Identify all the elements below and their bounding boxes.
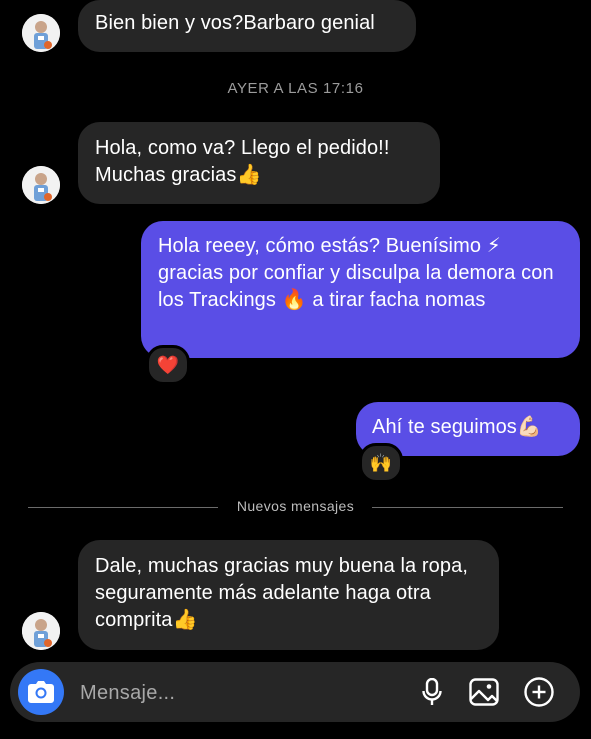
plus-icon xyxy=(524,677,554,707)
microphone-button[interactable] xyxy=(416,676,448,708)
message-bubble-outgoing[interactable]: Hola reeey, cómo estás? Buenísimo ⚡ grac… xyxy=(141,221,580,358)
raised-hands-reaction[interactable]: 🙌 xyxy=(359,443,403,483)
gallery-icon xyxy=(469,678,499,706)
camera-button[interactable] xyxy=(18,669,64,715)
contact-avatar[interactable] xyxy=(22,612,60,650)
new-messages-divider: Nuevos mensajes xyxy=(236,498,355,514)
message-text: Hola reeey, cómo estás? Buenísimo ⚡ grac… xyxy=(158,235,554,311)
message-bubble-incoming[interactable]: Hola, como va? Llego el pedido!! Muchas … xyxy=(78,122,440,204)
contact-avatar[interactable] xyxy=(22,166,60,204)
plus-button[interactable] xyxy=(523,676,555,708)
contact-avatar[interactable] xyxy=(22,14,60,52)
message-text: Dale, muchas gracias muy buena la ropa, … xyxy=(95,555,468,631)
message-text: Ahí te seguimos💪🏻 xyxy=(372,416,542,438)
heart-reaction[interactable]: ❤️ xyxy=(146,345,190,385)
message-text: Bien bien y vos?Barbaro genial xyxy=(95,12,375,34)
message-timestamp: AYER A LAS 17:16 xyxy=(227,80,364,97)
message-bubble-incoming[interactable]: Bien bien y vos?Barbaro genial xyxy=(78,0,416,52)
message-input[interactable] xyxy=(78,676,382,710)
gallery-button[interactable] xyxy=(468,676,500,708)
message-text: Hola, como va? Llego el pedido!! Muchas … xyxy=(95,137,390,186)
divider-line-right xyxy=(372,507,563,508)
heart-icon: ❤️ xyxy=(156,354,180,375)
raised-hands-icon: 🙌 xyxy=(369,452,393,473)
message-composer xyxy=(10,662,580,722)
message-bubble-incoming[interactable]: Dale, muchas gracias muy buena la ropa, … xyxy=(78,540,499,650)
camera-icon xyxy=(28,681,54,703)
microphone-icon xyxy=(422,678,442,705)
